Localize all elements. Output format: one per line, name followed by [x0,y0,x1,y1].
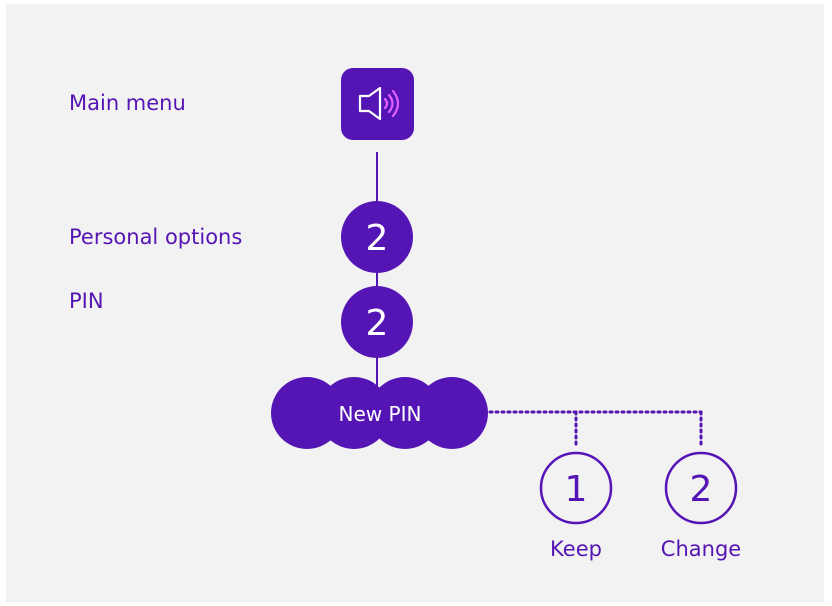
option-keep-label: Keep [550,537,602,561]
personal-options-key: 2 [366,218,389,259]
option-change: 2 Change [661,451,741,561]
personal-options-key-circle: 2 [341,201,413,273]
option-keep: 1 Keep [539,451,613,561]
speaker-icon [341,68,414,140]
pin-key: 2 [366,303,389,344]
option-keep-key: 1 [565,469,588,510]
ivr-menu-diagram: 2 2 New PIN 1 Keep 2 Change [271,68,741,561]
option-change-key: 2 [690,469,713,510]
option-connectors [488,410,703,450]
new-pin-cloud: New PIN [271,377,488,449]
new-pin-label: New PIN [339,402,422,426]
pin-key-circle: 2 [341,286,413,358]
option-change-label: Change [661,537,741,561]
